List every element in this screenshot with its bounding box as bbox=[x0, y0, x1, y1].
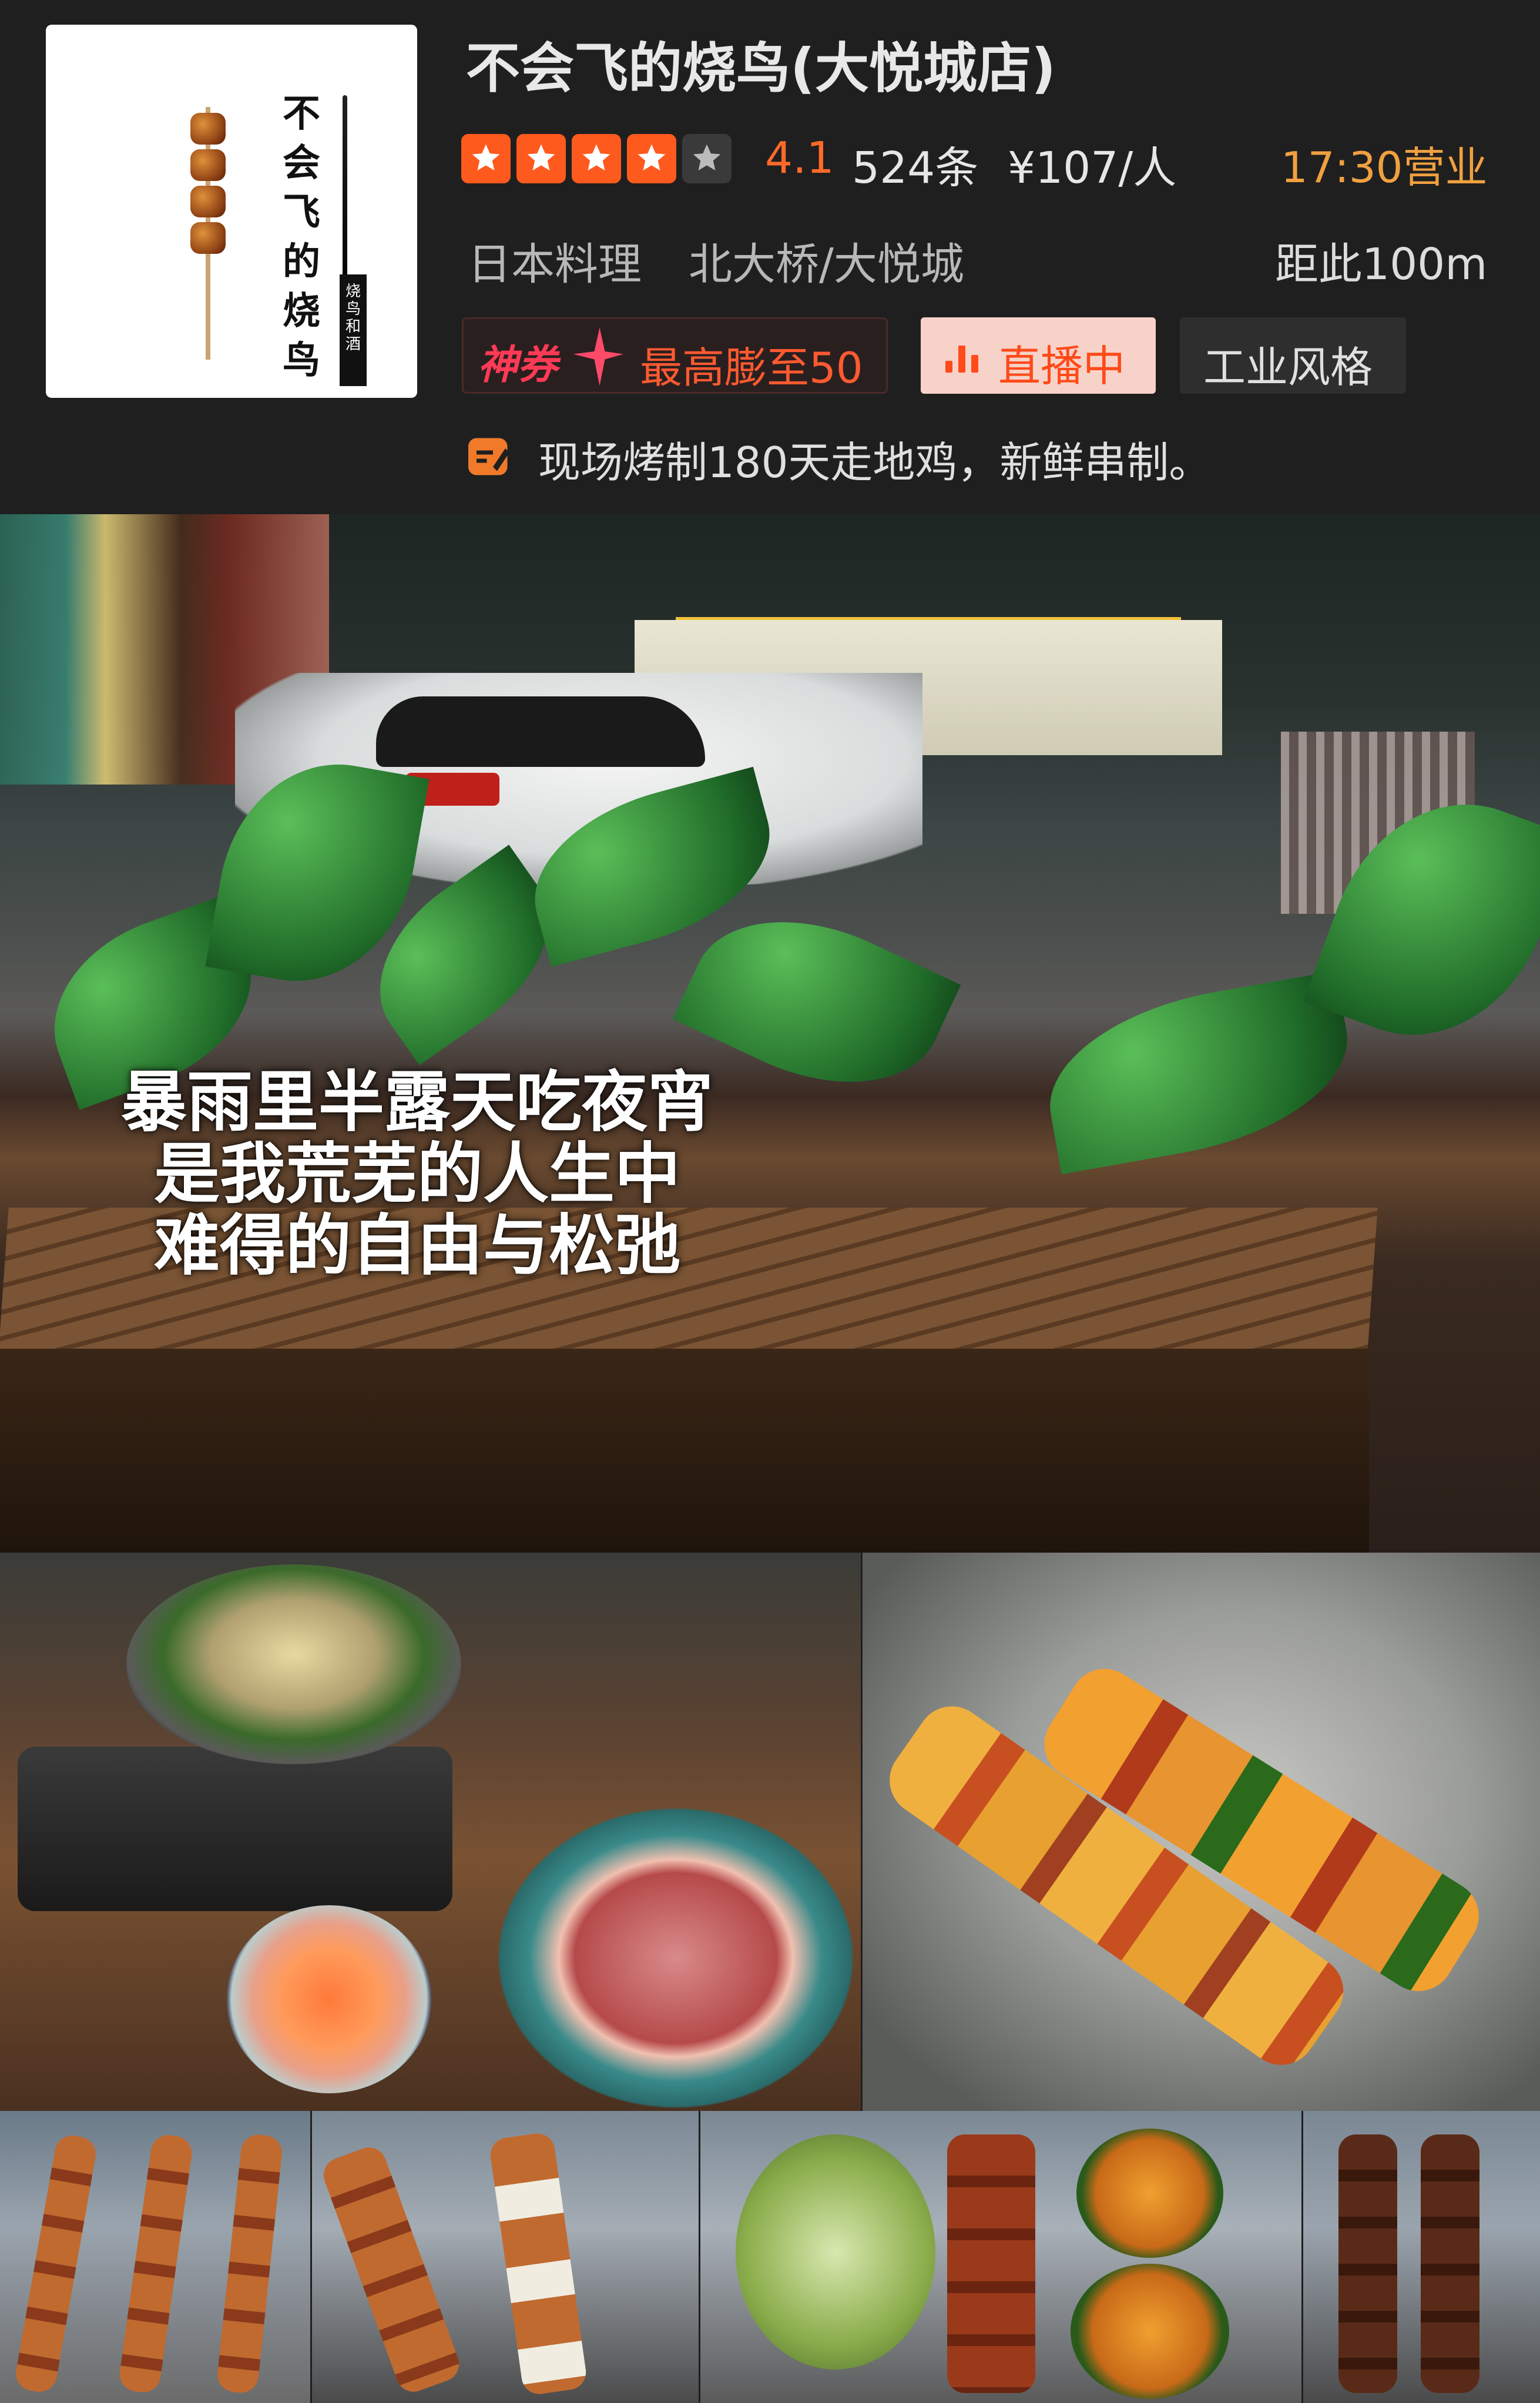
style-tag[interactable]: 工业风格 bbox=[1180, 317, 1406, 394]
gas-stove bbox=[18, 1747, 452, 1911]
skewer-closeup-photo[interactable] bbox=[863, 1553, 1540, 2111]
price-per-person: ¥107/人 bbox=[1008, 143, 1177, 193]
thumbnail-photo[interactable] bbox=[1303, 2111, 1540, 2403]
star-rating bbox=[461, 134, 732, 183]
skewer bbox=[1421, 2134, 1479, 2393]
logo-skewer-meat bbox=[190, 149, 226, 181]
caption-line: 暴雨里半露天吃夜宵 bbox=[121, 1064, 713, 1141]
hotpot-photo[interactable] bbox=[0, 1553, 861, 2111]
skewer bbox=[13, 2133, 99, 2395]
star-icon bbox=[461, 134, 511, 183]
thumbnail-photo[interactable] bbox=[700, 2111, 1301, 2403]
sparkle-icon bbox=[573, 327, 623, 386]
live-label: 直播中 bbox=[998, 341, 1126, 391]
pickles-bowl bbox=[226, 1905, 432, 2093]
logo-skewer-meat bbox=[190, 222, 226, 254]
live-badge[interactable]: 直播中 bbox=[921, 317, 1156, 394]
logo-tag: 烧鸟和酒 bbox=[340, 274, 367, 386]
coupon-text: 最高膨至50 bbox=[640, 343, 863, 393]
logo-skewer-meat bbox=[190, 113, 226, 145]
star-icon bbox=[627, 134, 676, 183]
skewer bbox=[1338, 2134, 1397, 2393]
skewer bbox=[488, 2131, 589, 2397]
coupon-badge[interactable]: 神券 最高膨至50 bbox=[462, 317, 888, 394]
thumbnail-photo[interactable] bbox=[312, 2111, 699, 2403]
logo-skewer-meat bbox=[190, 186, 226, 217]
car-window bbox=[376, 696, 705, 767]
style-tag-label: 工业风格 bbox=[1203, 343, 1373, 392]
table-legs bbox=[0, 1349, 1369, 1553]
star-half-icon bbox=[682, 134, 732, 183]
skewer bbox=[947, 2134, 1035, 2393]
store-logo[interactable]: 不会飞的烧鸟 烧鸟和酒 bbox=[46, 25, 417, 398]
review-count[interactable]: 524条 bbox=[852, 133, 978, 196]
pumpkin-slice bbox=[1076, 2129, 1223, 2258]
business-area: 北大桥/大悦城 bbox=[689, 239, 964, 290]
coupon-brand: 神券 bbox=[478, 342, 558, 388]
store-name[interactable]: 不会飞的烧鸟(大悦城店) bbox=[466, 25, 1056, 103]
opening-hours: 17:30营业 bbox=[1281, 143, 1488, 192]
star-icon bbox=[572, 134, 621, 183]
star-icon bbox=[516, 134, 566, 183]
cauliflower bbox=[736, 2134, 935, 2370]
cuisine-category: 日本料理 bbox=[468, 239, 642, 290]
rating-score: 4.1 bbox=[765, 133, 834, 183]
pumpkin-slice bbox=[1071, 2264, 1229, 2399]
photo-caption: 暴雨里半露天吃夜宵 是我荒芜的人生中 难得的自由与松弛 bbox=[88, 1067, 746, 1282]
skewer bbox=[117, 2133, 194, 2395]
skewer bbox=[216, 2133, 284, 2395]
edit-note-icon bbox=[468, 438, 509, 475]
distance: 距此100m bbox=[1275, 239, 1488, 290]
pork-belly-plate bbox=[488, 1799, 861, 2111]
store-header: 不会飞的烧鸟 烧鸟和酒 不会飞的烧鸟(大悦城店) 4.1 524条 ¥107/人… bbox=[0, 0, 1540, 514]
live-bars-icon bbox=[945, 346, 981, 373]
logo-brand-text: 不会飞的烧鸟 bbox=[283, 92, 320, 383]
hotpot bbox=[126, 1564, 461, 1764]
caption-line: 是我荒芜的人生中 bbox=[154, 1136, 680, 1212]
caption-line: 难得的自由与松弛 bbox=[154, 1208, 680, 1284]
skewer bbox=[318, 2142, 464, 2397]
store-description: 现场烤制180天走地鸡，新鲜串制。 bbox=[538, 438, 1212, 487]
thumbnail-photo[interactable] bbox=[0, 2111, 310, 2403]
main-photo[interactable]: 暴雨里半露天吃夜宵 是我荒芜的人生中 难得的自由与松弛 bbox=[0, 514, 1540, 1553]
